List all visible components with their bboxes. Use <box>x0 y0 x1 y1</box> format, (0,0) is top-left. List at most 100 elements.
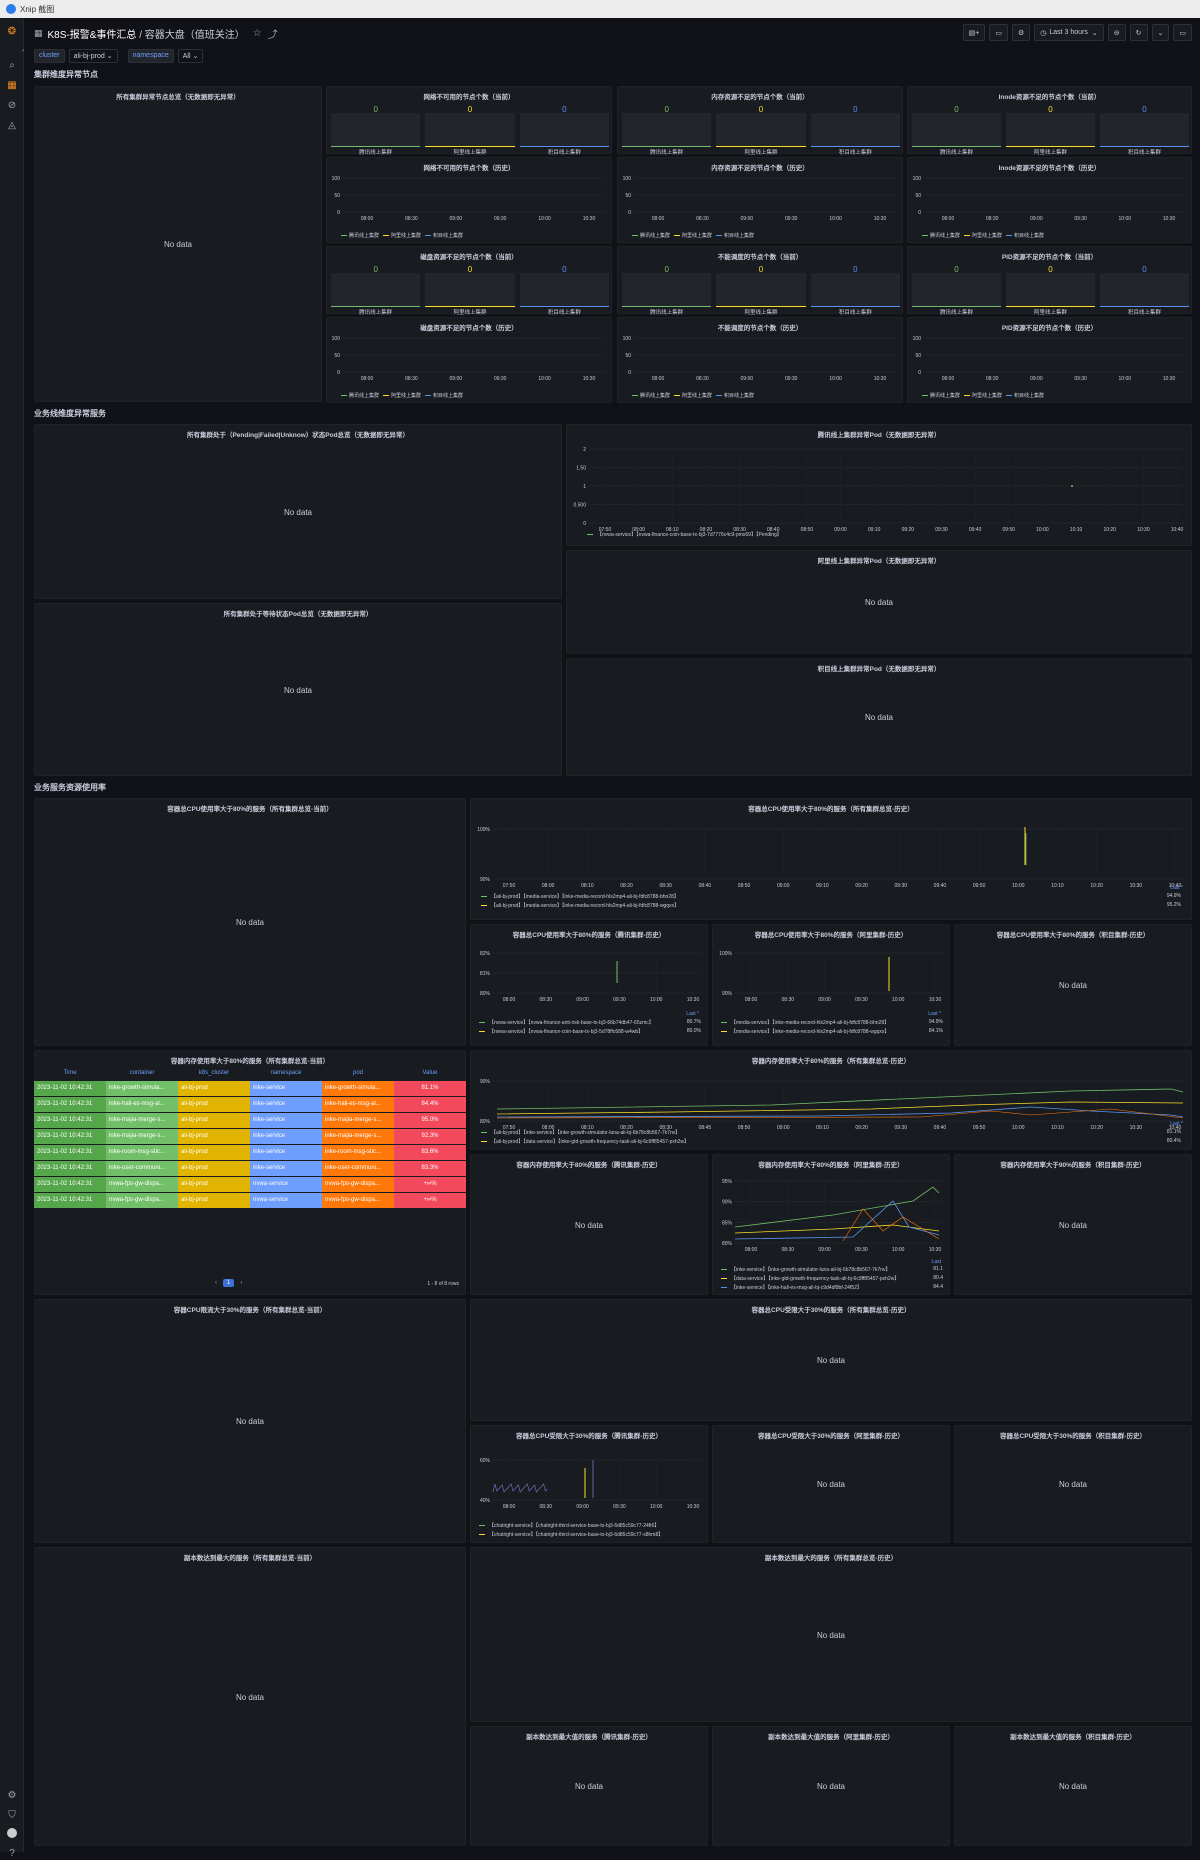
legend-item[interactable]: 【nvwa-service】【nvwa-finance-coin-base-tx… <box>479 1028 701 1035</box>
panel-title[interactable]: PID资源不足的节点个数（历史） <box>908 322 1191 332</box>
time-picker[interactable]: ◷ Last 3 hours ⌄ <box>1034 24 1104 41</box>
panel-title[interactable]: 容器总CPU使用率大于80%的服务（所有集群总览-历史） <box>471 803 1191 813</box>
panel-title[interactable]: 网络不可用的节点个数（历史） <box>327 162 611 172</box>
help-icon[interactable]: ? <box>5 1846 19 1860</box>
legend-item[interactable]: 阿里线上集群 <box>972 393 1002 399</box>
panel-title[interactable]: 容器内存使用率大于80%的服务（腾讯集群-历史） <box>471 1159 707 1169</box>
tv-mode-button[interactable]: ▭ <box>1173 24 1192 41</box>
panel-title[interactable]: 容器内存使用率大于80%的服务（所有集群总览-历史） <box>471 1055 1191 1065</box>
panel-title[interactable]: 容器总CPU使用率大于80%的服务（积目集群-历史） <box>955 929 1191 939</box>
var-select-namespace[interactable]: All ⌄ <box>177 49 204 63</box>
legend-item[interactable]: 阿里线上集群 <box>391 233 421 239</box>
table-header-cell[interactable]: namespace <box>250 1070 322 1076</box>
time-series-chart[interactable]: 100% 90% 08:00 08:30 09:00 09:30 10:00 10:30 <box>713 939 951 1011</box>
table-header-cell[interactable]: k8s_cluster <box>178 1070 250 1076</box>
panel-title[interactable]: 容器总CPU使用率大于80%的服务（腾讯集群-历史） <box>471 929 707 939</box>
legend-item[interactable]: 【nvwa-service】【nvwa-finance-coin-base-tx… <box>587 531 1167 538</box>
legend-item[interactable]: 【ali-bj-prod】【media-service】【inke-media-… <box>481 902 1181 909</box>
row-title[interactable]: 业务服务资源使用率 <box>34 782 106 793</box>
legend-item[interactable]: 阿里线上集群 <box>682 233 712 239</box>
grafana-logo-icon[interactable]: ❂ <box>5 24 19 38</box>
table-row[interactable]: 2023-11-02 10:42:31 inke-room-msg-stic...… <box>34 1145 466 1161</box>
table-header-cell[interactable]: Value <box>394 1070 466 1076</box>
time-series-chart[interactable]: 100% 90% 07:50 08:00 08:10 08:20 08:30 08:40 08:… <box>471 813 1193 897</box>
table-row[interactable]: 2023-11-02 10:42:31 nvwa-fps-gw-dispa... a… <box>34 1177 466 1193</box>
legend-item[interactable]: 【media-service】【inke-media-record-hls2mp… <box>721 1019 943 1026</box>
time-series-chart[interactable]: 21.5010.500007:50 08:00 08:10 08:20 08:30 08:… <box>567 439 1193 543</box>
panel-title[interactable]: 容器总CPU使用率大于80%的服务（阿里集群-历史） <box>713 929 949 939</box>
table-row[interactable]: 2023-11-02 10:42:31 inke-hall-es-msg-al..… <box>34 1097 466 1113</box>
alerting-icon[interactable]: ◬ <box>5 118 19 132</box>
next-page-button[interactable]: › <box>240 1280 242 1286</box>
panel-title[interactable]: 副本数达到最大值的服务（腾讯集群-历史） <box>471 1731 707 1741</box>
table-row[interactable]: 2023-11-02 10:42:31 nvwa-fps-gw-dispa... a… <box>34 1193 466 1209</box>
table-header-cell[interactable]: container <box>106 1070 178 1076</box>
panel-title[interactable]: 容器总CPU受限大于30%的服务（积目集群-历史） <box>955 1430 1191 1440</box>
panel-title[interactable]: PID资源不足的节点个数（当前） <box>908 251 1191 261</box>
table-row[interactable]: 2023-11-02 10:42:31 inke-user-communi... a… <box>34 1161 466 1177</box>
breadcrumb-folder[interactable]: K8S-报警&事件汇总 <box>48 30 137 41</box>
time-series-chart[interactable]: 60% 40% 08:00 08:30 09:00 09:30 10:00 10:30 <box>471 1440 709 1518</box>
panel-title[interactable]: 所有集群处于等待状态Pod总览（无数据即无异常） <box>35 608 561 618</box>
legend-item[interactable]: 积目线上集群 <box>1014 233 1044 239</box>
var-select-cluster[interactable]: ali-bj-prod ⌄ <box>68 49 118 63</box>
legend-item[interactable]: 【chatright-service】【chatright-third-serv… <box>479 1522 701 1529</box>
breadcrumb-dashboard[interactable]: 容器大盘（值班关注） <box>145 30 245 41</box>
legend-item[interactable]: 【ali-bj-prod】【data-service】【inke-gtd-gro… <box>481 1138 1181 1145</box>
legend-item[interactable]: 阿里线上集群 <box>682 393 712 399</box>
panel-title[interactable]: 积目线上集群异常Pod（无数据即无异常） <box>567 663 1191 673</box>
table-row[interactable]: 2023-11-02 10:42:31 inke-majia-merge-s...… <box>34 1113 466 1129</box>
save-button[interactable]: ▭ <box>989 24 1008 41</box>
panel-title[interactable]: 阿里线上集群异常Pod（无数据即无异常） <box>567 555 1191 565</box>
legend-item[interactable]: 积目线上集群 <box>433 393 463 399</box>
legend-item[interactable]: 腾讯线上集群 <box>349 233 379 239</box>
legend-item[interactable]: 阿里线上集群 <box>391 393 421 399</box>
time-series-chart[interactable]: 95% 90% 85% 80% 08:00 08:30 09:00 09:30 10:00 10:… <box>713 1169 951 1259</box>
time-series-chart[interactable]: 90%80%07:50 08:00 08:10 08:20 08:30 08:45 08:5… <box>471 1065 1193 1137</box>
legend-item[interactable]: 【ali-bj-prod】【media-service】【inke-media-… <box>481 893 1181 900</box>
legend-item[interactable]: 积目线上集群 <box>1014 393 1044 399</box>
panel-title[interactable]: Inode资源不足的节点个数（历史） <box>908 162 1191 172</box>
row-title[interactable]: 业务线维度异常服务 <box>34 408 106 419</box>
legend-item[interactable]: 积目线上集群 <box>724 233 754 239</box>
legend-item[interactable]: 【inke-service】【inke-growth-simulator-lun… <box>721 1266 943 1273</box>
panel-title[interactable]: 磁盘资源不足的节点个数（当前） <box>327 251 611 261</box>
panel-title[interactable]: 内存资源不足的节点个数（历史） <box>618 162 902 172</box>
panel-title[interactable]: 所有集群异常节点总览（无数据即无异常） <box>35 91 321 101</box>
row-title[interactable]: 集群维度异常节点 <box>34 69 98 80</box>
panel-title[interactable]: 副本数达到最大值的服务（阿里集群-历史） <box>713 1731 949 1741</box>
legend-item[interactable]: 腾讯线上集群 <box>930 233 960 239</box>
panel-title[interactable]: 所有集群处于（Pending|Failed|Unknow）状态Pod总览（无数据… <box>35 429 561 439</box>
page-number-button[interactable]: 1 <box>223 1279 235 1287</box>
panel-title[interactable]: 腾讯线上集群异常Pod（无数据即无异常） <box>567 429 1191 439</box>
panel-title[interactable]: 网络不可用的节点个数（当前） <box>327 91 611 101</box>
panel-title[interactable]: 不能调度的节点个数（历史） <box>618 322 902 332</box>
panel-title[interactable]: 容器CPU限流大于30%的服务（所有集群总览-当前） <box>35 1304 465 1314</box>
legend-item[interactable]: 腾讯线上集群 <box>640 393 670 399</box>
dashboards-icon[interactable]: ▦ <box>5 78 19 92</box>
settings-gear-icon[interactable]: ⚙ <box>5 1788 19 1802</box>
avatar[interactable] <box>7 1828 17 1838</box>
legend-item[interactable]: 【ali-bj-prod】【inke-service】【inke-growth-… <box>481 1129 1181 1136</box>
prev-page-button[interactable]: ‹ <box>215 1280 217 1286</box>
panel-title[interactable]: 不能调度的节点个数（当前） <box>618 251 902 261</box>
star-icon[interactable]: ☆ <box>253 28 262 39</box>
refresh-button[interactable]: ↻ <box>1129 24 1148 41</box>
settings-button[interactable]: ⚙ <box>1011 24 1031 41</box>
panel-title[interactable]: 副本数达到最大值的服务（积目集群-历史） <box>955 1731 1191 1741</box>
legend-item[interactable]: 积目线上集群 <box>724 393 754 399</box>
time-series-chart[interactable]: 82% 81% 80% 08:00 08:30 09:00 09:30 10:00 10:30 <box>471 939 709 1011</box>
table-row[interactable]: 2023-11-02 10:42:31 inke-majia-merge-s...… <box>34 1129 466 1145</box>
table-header-cell[interactable]: Time <box>34 1070 106 1076</box>
panel-title[interactable]: 容器内存使用率大于80%的服务（所有集群总览-当前） <box>35 1055 465 1065</box>
panel-title[interactable]: 容器总CPU受限大于30%的服务（腾讯集群-历史） <box>471 1430 707 1440</box>
panel-title[interactable]: 容器总CPU受限大于30%的服务（所有集群总览-历史） <box>471 1304 1191 1314</box>
legend-item[interactable]: 腾讯线上集群 <box>640 233 670 239</box>
panel-title[interactable]: 容器内存使用率大于80%的服务（阿里集群-历史） <box>713 1159 949 1169</box>
panel-title[interactable]: 容器总CPU受限大于30%的服务（阿里集群-历史） <box>713 1430 949 1440</box>
legend-item[interactable]: 积目线上集群 <box>433 233 463 239</box>
legend-item[interactable]: 【media-service】【inke-media-record-hls2mp… <box>721 1028 943 1035</box>
legend-item[interactable]: 阿里线上集群 <box>972 233 1002 239</box>
panel-title[interactable]: 副本数达到最大的服务（所有集群总览-当前） <box>35 1552 465 1562</box>
panel-title[interactable]: 容器总CPU使用率大于80%的服务（所有集群总览-当前） <box>35 803 465 813</box>
